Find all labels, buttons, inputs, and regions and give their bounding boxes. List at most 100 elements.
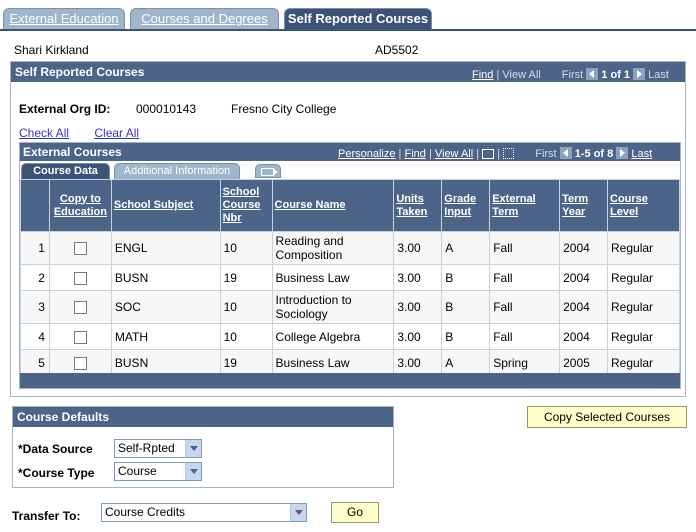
table-row: 4 MATH 10 College Algebra 3.00 B Fall 20… xyxy=(20,323,680,350)
data-source-select[interactable]: Self-Rpted xyxy=(114,439,202,458)
find-link[interactable]: Find xyxy=(472,69,493,81)
term-cell: Fall xyxy=(489,264,561,291)
personalize-link[interactable]: Personalize xyxy=(338,148,395,160)
column-header-course-name[interactable]: Course Name xyxy=(271,179,395,232)
spreadsheet-icon[interactable] xyxy=(503,148,515,159)
grade-cell: A xyxy=(441,349,491,376)
course-defaults-panel: Course Defaults *Data Source Self-Rpted … xyxy=(12,406,394,488)
first-label: First xyxy=(561,69,584,81)
next-icon[interactable] xyxy=(633,68,646,80)
grade-cell: A xyxy=(441,231,491,265)
term-cell: Fall xyxy=(489,323,561,350)
transfer-to-label: Transfer To: xyxy=(12,509,81,523)
course-nbr-cell: 19 xyxy=(219,349,273,376)
grid-header: External Courses Personalize | Find | Vi… xyxy=(20,143,680,161)
panel-nav: Find | View All First 1 of 1 Last xyxy=(472,68,669,81)
org-id-value: 000010143 xyxy=(136,102,197,116)
table-row: 5 BUSN 19 Business Law 3.00 A Spring 200… xyxy=(20,349,680,376)
column-header-subject[interactable]: School Subject xyxy=(110,179,221,232)
column-header-term[interactable]: External Term xyxy=(489,179,561,232)
subject-cell: ENGL xyxy=(110,231,221,265)
subject-cell: BUSN xyxy=(110,264,221,291)
grid-nav: Personalize | Find | View All | | First … xyxy=(338,147,653,160)
tab-courses-and-degrees[interactable]: Courses and Degrees xyxy=(130,8,279,29)
download-icon[interactable] xyxy=(482,149,495,159)
year-cell: 2004 xyxy=(559,264,609,291)
grade-cell: B xyxy=(441,264,491,291)
last-label: Last xyxy=(648,69,669,81)
check-links: Check All Clear All xyxy=(19,126,161,140)
go-button[interactable]: Go xyxy=(331,502,379,523)
column-header-level[interactable]: Course Level xyxy=(607,179,680,232)
external-courses-grid: External Courses Personalize | Find | Vi… xyxy=(19,142,681,389)
course-defaults-header: Course Defaults xyxy=(13,407,393,427)
copy-checkbox[interactable] xyxy=(73,330,87,344)
copy-selected-courses-button[interactable]: Copy Selected Courses xyxy=(527,406,687,428)
self-reported-courses-panel: Self Reported Courses Find | View All Fi… xyxy=(10,61,686,397)
course-name-cell: Reading and Composition xyxy=(271,231,395,265)
chevron-down-icon[interactable] xyxy=(185,440,201,457)
column-header-term-year[interactable]: Term Year xyxy=(559,179,609,232)
tab-additional-information[interactable]: Additional Information xyxy=(114,163,240,179)
show-all-columns-icon[interactable] xyxy=(255,164,281,178)
course-type-select[interactable]: Course xyxy=(114,462,202,481)
subject-cell: BUSN xyxy=(110,349,221,376)
data-source-value: Self-Rpted xyxy=(118,441,175,455)
subject-cell: MATH xyxy=(110,323,221,350)
column-header-copy[interactable]: Copy to Education xyxy=(48,179,112,232)
course-defaults-title: Course Defaults xyxy=(17,410,110,424)
units-cell: 3.00 xyxy=(393,290,443,324)
org-id-label: External Org ID: xyxy=(19,102,111,116)
copy-checkbox[interactable] xyxy=(73,242,87,256)
grid-find-link[interactable]: Find xyxy=(404,148,425,160)
grid-view-all-link[interactable]: View All xyxy=(435,148,473,160)
copy-cell xyxy=(48,290,112,324)
tab-course-data[interactable]: Course Data xyxy=(21,163,110,179)
level-cell: Regular xyxy=(607,231,680,265)
copy-checkbox[interactable] xyxy=(73,271,87,285)
column-header-units[interactable]: Units Taken xyxy=(393,179,443,232)
copy-checkbox[interactable] xyxy=(73,301,87,315)
level-cell: Regular xyxy=(607,349,680,376)
grid-next-icon[interactable] xyxy=(616,147,629,159)
term-cell: Fall xyxy=(489,290,561,324)
course-nbr-cell: 10 xyxy=(219,323,273,350)
chevron-down-icon[interactable] xyxy=(290,504,306,521)
transfer-to-select[interactable]: Course Credits xyxy=(101,503,307,522)
grid-first-label: First xyxy=(535,148,557,160)
panel-header: Self Reported Courses Find | View All Fi… xyxy=(11,62,685,82)
previous-icon[interactable] xyxy=(586,68,599,80)
course-name-cell: Business Law xyxy=(271,349,395,376)
course-type-value: Course xyxy=(118,464,157,478)
clear-all-link[interactable]: Clear All xyxy=(94,126,139,140)
course-nbr-cell: 19 xyxy=(219,264,273,291)
column-header-grade[interactable]: Grade Input xyxy=(441,179,491,232)
units-cell: 3.00 xyxy=(393,231,443,265)
course-name-cell: Business Law xyxy=(271,264,395,291)
table-header-row: Copy to Education School Subject School … xyxy=(20,179,680,232)
person-id: AD5502 xyxy=(375,43,419,57)
tab-external-education[interactable]: External Education xyxy=(3,8,125,29)
year-cell: 2004 xyxy=(559,231,609,265)
grid-last-link[interactable]: Last xyxy=(631,148,652,160)
tab-underline xyxy=(0,29,696,31)
copy-cell xyxy=(48,264,112,291)
units-cell: 3.00 xyxy=(393,349,443,376)
copy-checkbox[interactable] xyxy=(73,356,87,370)
column-header-course-nbr[interactable]: School Course Nbr xyxy=(219,179,273,232)
grid-title: External Courses xyxy=(23,145,122,159)
grid-previous-icon[interactable] xyxy=(559,147,572,159)
check-all-link[interactable]: Check All xyxy=(19,126,69,140)
subject-cell: SOC xyxy=(110,290,221,324)
org-name: Fresno City College xyxy=(231,102,337,116)
person-name: Shari Kirkland xyxy=(14,43,89,57)
year-cell: 2005 xyxy=(559,349,609,376)
tab-self-reported-courses[interactable]: Self Reported Courses xyxy=(284,8,432,30)
grid-row-count: 1-5 of 8 xyxy=(574,148,614,160)
copy-cell xyxy=(48,349,112,376)
grade-cell: B xyxy=(441,290,491,324)
copy-cell xyxy=(48,323,112,350)
row-number: 1 xyxy=(20,231,50,265)
chevron-down-icon[interactable] xyxy=(185,463,201,480)
table-row: 3 SOC 10 Introduction to Sociology 3.00 … xyxy=(20,290,680,324)
